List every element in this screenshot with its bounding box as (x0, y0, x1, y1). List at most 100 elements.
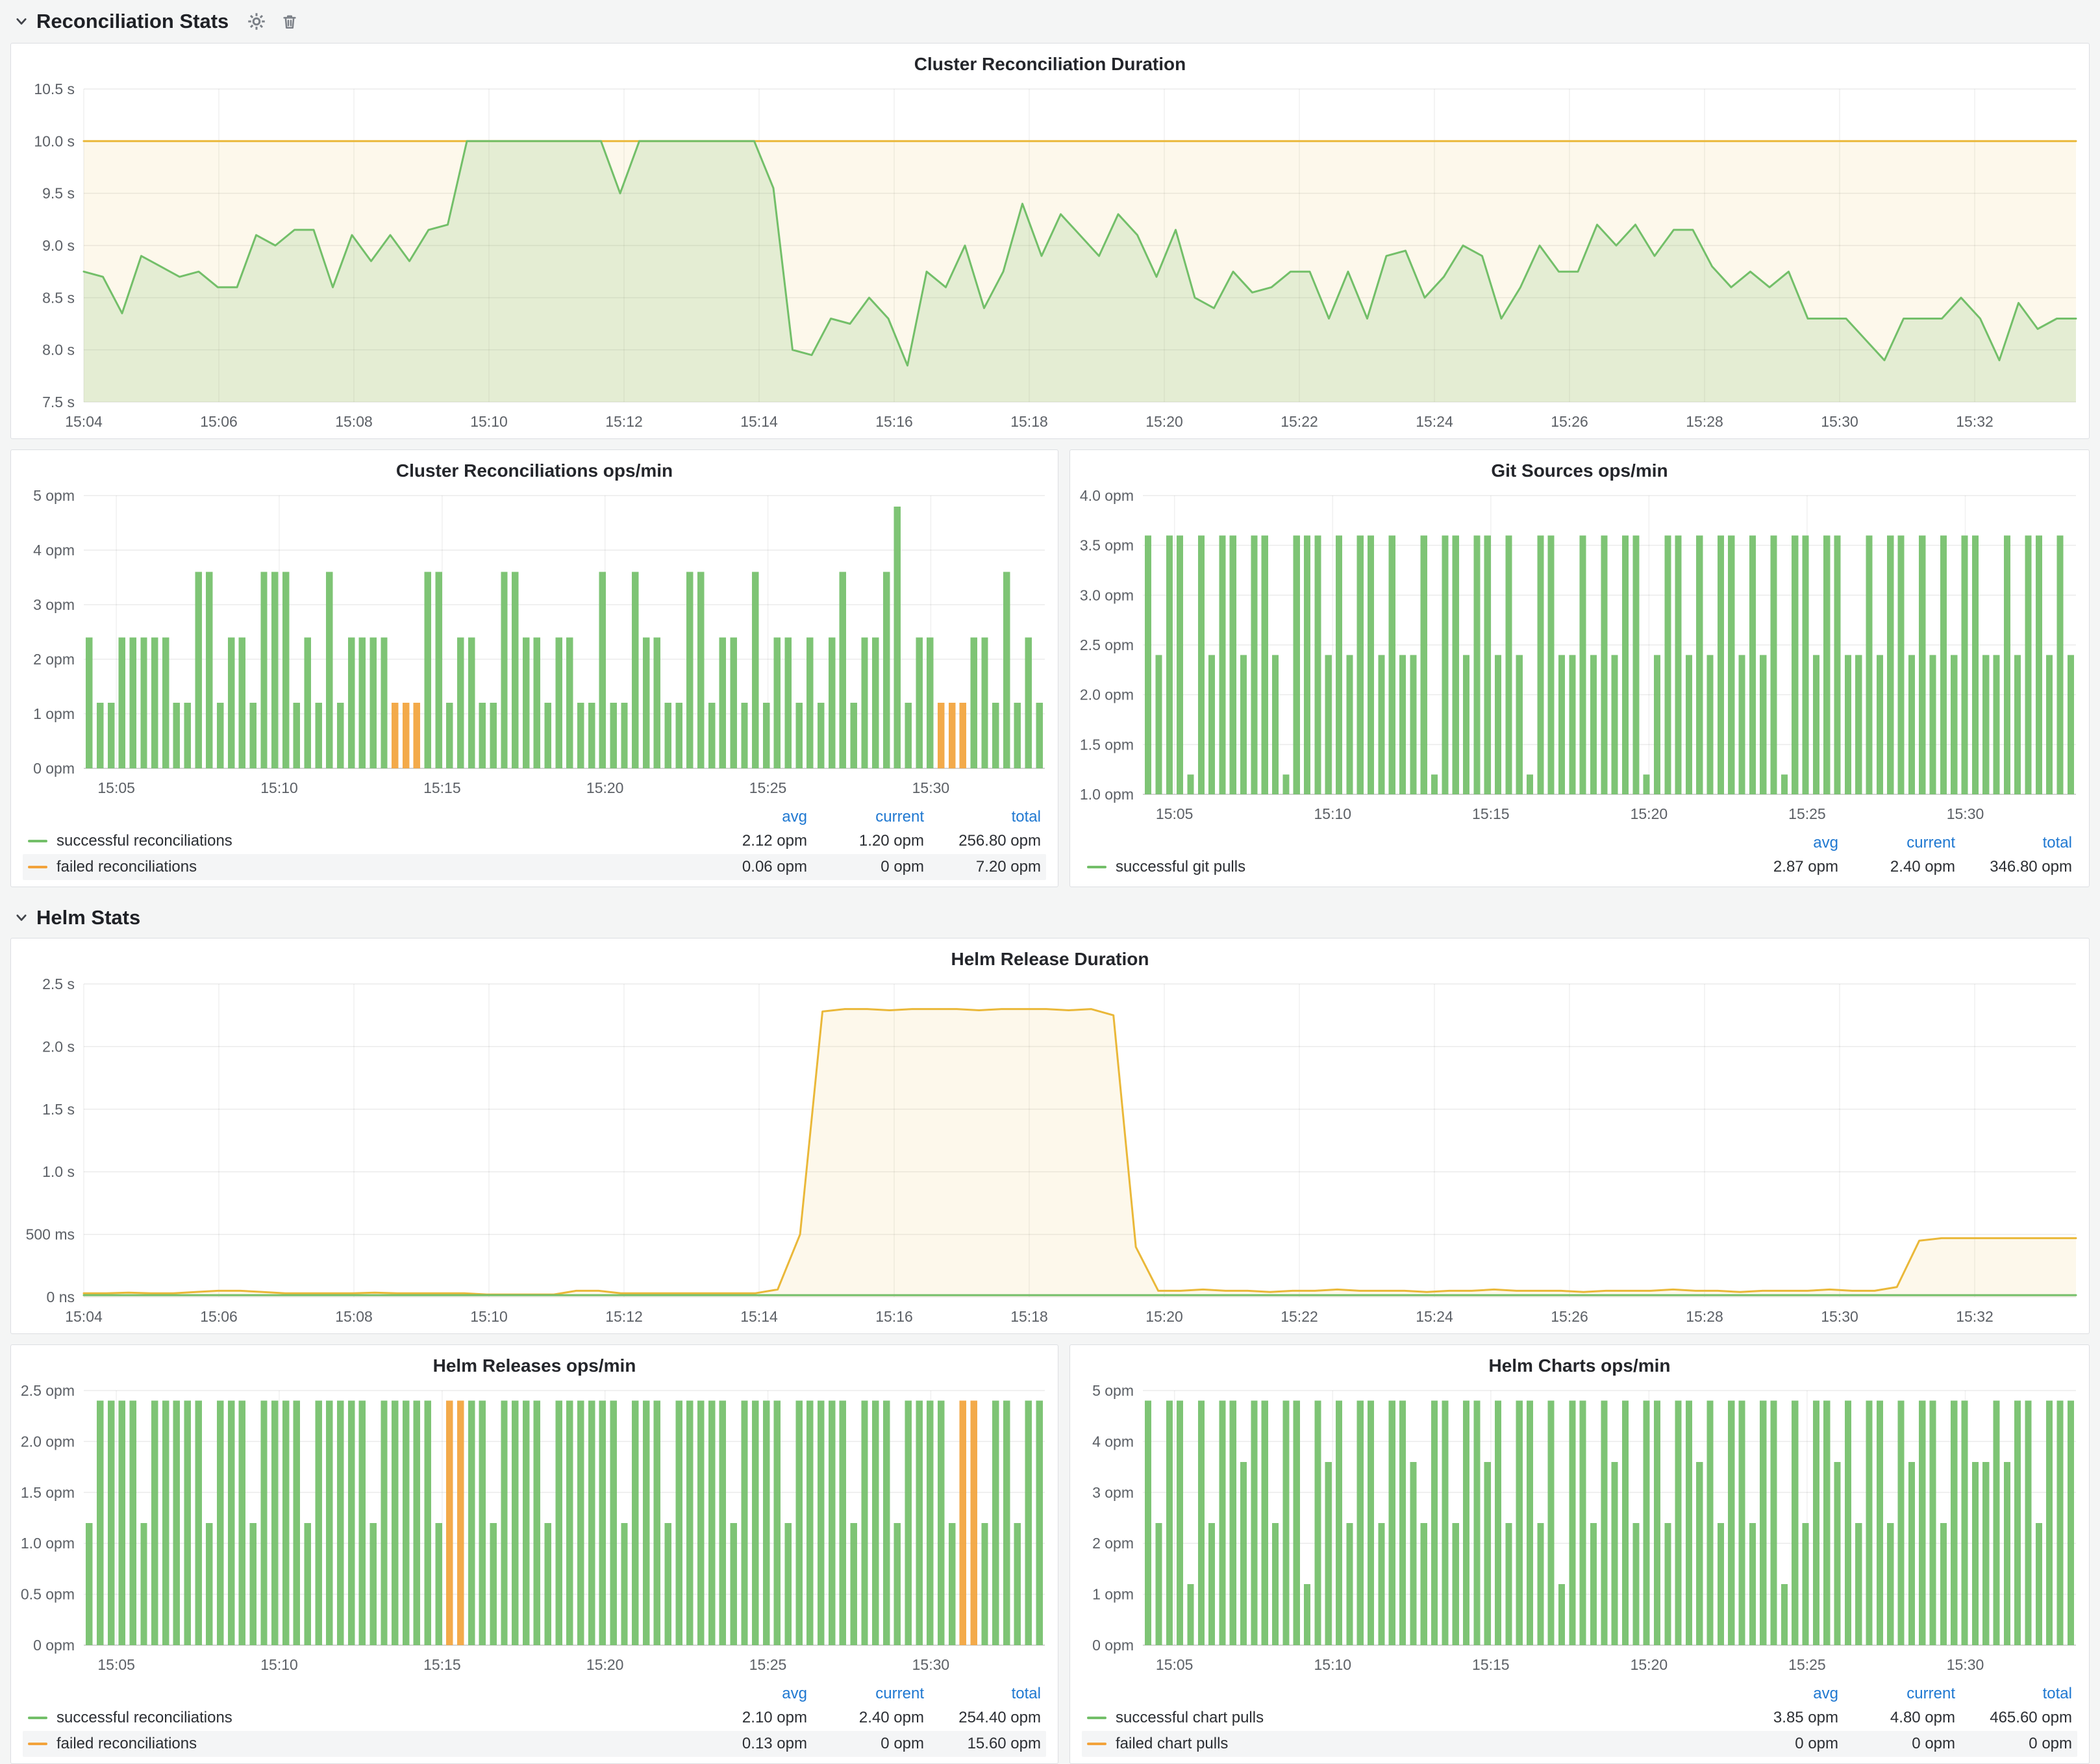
legend-avg-value: 2.12 opm (690, 832, 807, 850)
legend-sort-current[interactable]: current (1838, 1685, 1955, 1703)
legend-current-value: 0 opm (807, 1735, 924, 1753)
svg-text:15:04: 15:04 (65, 413, 103, 430)
legend-total-value: 465.60 opm (1955, 1709, 2072, 1727)
series-color-dash (1087, 1743, 1106, 1745)
gear-icon[interactable] (247, 12, 266, 31)
legend-sort-avg[interactable]: avg (1721, 834, 1838, 852)
legend-sort-total[interactable]: total (924, 808, 1041, 826)
svg-text:500 ms: 500 ms (26, 1226, 75, 1243)
panel-git-sources-opm: Git Sources ops/min 1.0 opm1.5 opm2.0 op… (1069, 449, 2090, 887)
legend: avg current total successful reconciliat… (11, 805, 1058, 887)
legend-series-toggle[interactable]: failed reconciliations (28, 1735, 690, 1753)
svg-text:15:06: 15:06 (200, 413, 238, 430)
svg-text:3 opm: 3 opm (1092, 1484, 1134, 1501)
panel-title[interactable]: Helm Release Duration (11, 939, 2089, 972)
panel-title[interactable]: Git Sources ops/min (1070, 450, 2089, 484)
svg-text:15:30: 15:30 (1947, 1656, 1984, 1673)
panel-title[interactable]: Cluster Reconciliation Duration (11, 44, 2089, 77)
legend-sort-avg[interactable]: avg (690, 808, 807, 826)
series-color-dash (28, 866, 47, 868)
svg-text:15:18: 15:18 (1010, 1308, 1048, 1325)
legend-current-value: 0 opm (807, 858, 924, 876)
chevron-down-icon (14, 14, 29, 29)
svg-text:0 opm: 0 opm (1092, 1637, 1134, 1654)
svg-text:15:05: 15:05 (97, 779, 135, 796)
legend-avg-value: 2.87 opm (1721, 858, 1838, 876)
chart-cluster-reconciliation-duration[interactable]: 7.5 s8.0 s8.5 s9.0 s9.5 s10.0 s10.5 s15:… (11, 77, 2089, 438)
legend-series-name: successful reconciliations (56, 1709, 232, 1727)
legend-avg-value: 3.85 opm (1721, 1709, 1838, 1727)
svg-text:15:10: 15:10 (470, 1308, 508, 1325)
chart-git-sources-opm[interactable]: 1.0 opm1.5 opm2.0 opm2.5 opm3.0 opm3.5 o… (1070, 484, 2089, 831)
svg-text:4 opm: 4 opm (33, 542, 75, 559)
legend-series-name: successful git pulls (1116, 858, 1245, 876)
legend-total-value: 0 opm (1955, 1735, 2072, 1753)
legend-current-value: 2.40 opm (807, 1709, 924, 1727)
legend-current-value: 4.80 opm (1838, 1709, 1955, 1727)
chart-canvas: 0 opm0.5 opm1.0 opm1.5 opm2.0 opm2.5 opm… (11, 1379, 1058, 1682)
series-color-dash (1087, 1717, 1106, 1719)
legend-avg-value: 0.06 opm (690, 858, 807, 876)
chart-canvas: 0 opm1 opm2 opm3 opm4 opm5 opm15:0515:10… (11, 484, 1058, 805)
svg-text:5 opm: 5 opm (1092, 1382, 1134, 1399)
legend-series-toggle[interactable]: failed chart pulls (1087, 1735, 1721, 1753)
legend-series-toggle[interactable]: successful reconciliations (28, 832, 690, 850)
svg-text:2 opm: 2 opm (33, 651, 75, 668)
svg-text:2 opm: 2 opm (1092, 1535, 1134, 1552)
legend-row: successful git pulls 2.87 opm 2.40 opm 3… (1082, 854, 2077, 880)
svg-text:15:12: 15:12 (605, 1308, 643, 1325)
svg-text:15:30: 15:30 (912, 779, 950, 796)
chart-helm-release-duration[interactable]: 0 ns500 ms1.0 s1.5 s2.0 s2.5 s15:0415:06… (11, 972, 2089, 1333)
legend-sort-avg[interactable]: avg (1721, 1685, 1838, 1703)
panel-title[interactable]: Helm Releases ops/min (11, 1345, 1058, 1379)
panel-cluster-reconciliations-opm: Cluster Reconciliations ops/min 0 opm1 o… (10, 449, 1058, 887)
legend-row: failed reconciliations 0.13 opm 0 opm 15… (23, 1731, 1046, 1757)
legend-sort-total[interactable]: total (1955, 834, 2072, 852)
svg-text:15:16: 15:16 (875, 1308, 913, 1325)
svg-text:8.5 s: 8.5 s (42, 289, 75, 306)
legend-sort-current[interactable]: current (807, 1685, 924, 1703)
chart-helm-charts-opm[interactable]: 0 opm1 opm2 opm3 opm4 opm5 opm15:0515:10… (1070, 1379, 2089, 1682)
section-title: Reconciliation Stats (36, 10, 229, 33)
svg-text:15:32: 15:32 (1956, 1308, 1994, 1325)
legend-sort-current[interactable]: current (1838, 834, 1955, 852)
svg-text:15:30: 15:30 (1821, 1308, 1858, 1325)
panel-title[interactable]: Cluster Reconciliations ops/min (11, 450, 1058, 484)
legend-sort-total[interactable]: total (924, 1685, 1041, 1703)
svg-text:8.0 s: 8.0 s (42, 342, 75, 359)
svg-text:15:10: 15:10 (260, 1656, 298, 1673)
panel-title[interactable]: Helm Charts ops/min (1070, 1345, 2089, 1379)
legend-series-toggle[interactable]: failed reconciliations (28, 858, 690, 876)
svg-text:2.5 opm: 2.5 opm (1080, 636, 1134, 653)
legend-sort-current[interactable]: current (807, 808, 924, 826)
svg-text:2.0 s: 2.0 s (42, 1038, 75, 1055)
section-header-reconciliation-stats[interactable]: Reconciliation Stats (10, 5, 2090, 38)
section-header-helm-stats[interactable]: Helm Stats (10, 901, 2090, 934)
legend-sort-total[interactable]: total (1955, 1685, 2072, 1703)
legend-series-name: failed chart pulls (1116, 1735, 1228, 1753)
svg-text:0 opm: 0 opm (33, 760, 75, 777)
svg-text:10.5 s: 10.5 s (34, 81, 75, 97)
chart-canvas: 7.5 s8.0 s8.5 s9.0 s9.5 s10.0 s10.5 s15:… (11, 77, 2089, 438)
legend-total-value: 7.20 opm (924, 858, 1041, 876)
svg-text:15:08: 15:08 (335, 413, 373, 430)
trash-icon[interactable] (281, 12, 299, 31)
svg-text:15:18: 15:18 (1010, 413, 1048, 430)
svg-text:15:10: 15:10 (260, 779, 298, 796)
svg-text:2.5 s: 2.5 s (42, 976, 75, 992)
svg-text:10.0 s: 10.0 s (34, 132, 75, 149)
legend-row: successful reconciliations 2.12 opm 1.20… (23, 828, 1046, 854)
svg-text:15:15: 15:15 (423, 779, 461, 796)
svg-text:15:26: 15:26 (1551, 413, 1588, 430)
svg-text:1 opm: 1 opm (1092, 1586, 1134, 1603)
legend-series-toggle[interactable]: successful git pulls (1087, 858, 1721, 876)
legend-series-toggle[interactable]: successful chart pulls (1087, 1709, 1721, 1727)
legend-series-toggle[interactable]: successful reconciliations (28, 1709, 690, 1727)
svg-text:2.0 opm: 2.0 opm (21, 1433, 75, 1450)
chart-cluster-reconciliations-opm[interactable]: 0 opm1 opm2 opm3 opm4 opm5 opm15:0515:10… (11, 484, 1058, 805)
chart-helm-releases-opm[interactable]: 0 opm0.5 opm1.0 opm1.5 opm2.0 opm2.5 opm… (11, 1379, 1058, 1682)
legend-sort-avg[interactable]: avg (690, 1685, 807, 1703)
svg-text:3.5 opm: 3.5 opm (1080, 537, 1134, 554)
svg-text:15:30: 15:30 (1821, 413, 1858, 430)
chart-canvas: 0 opm1 opm2 opm3 opm4 opm5 opm15:0515:10… (1070, 1379, 2089, 1682)
